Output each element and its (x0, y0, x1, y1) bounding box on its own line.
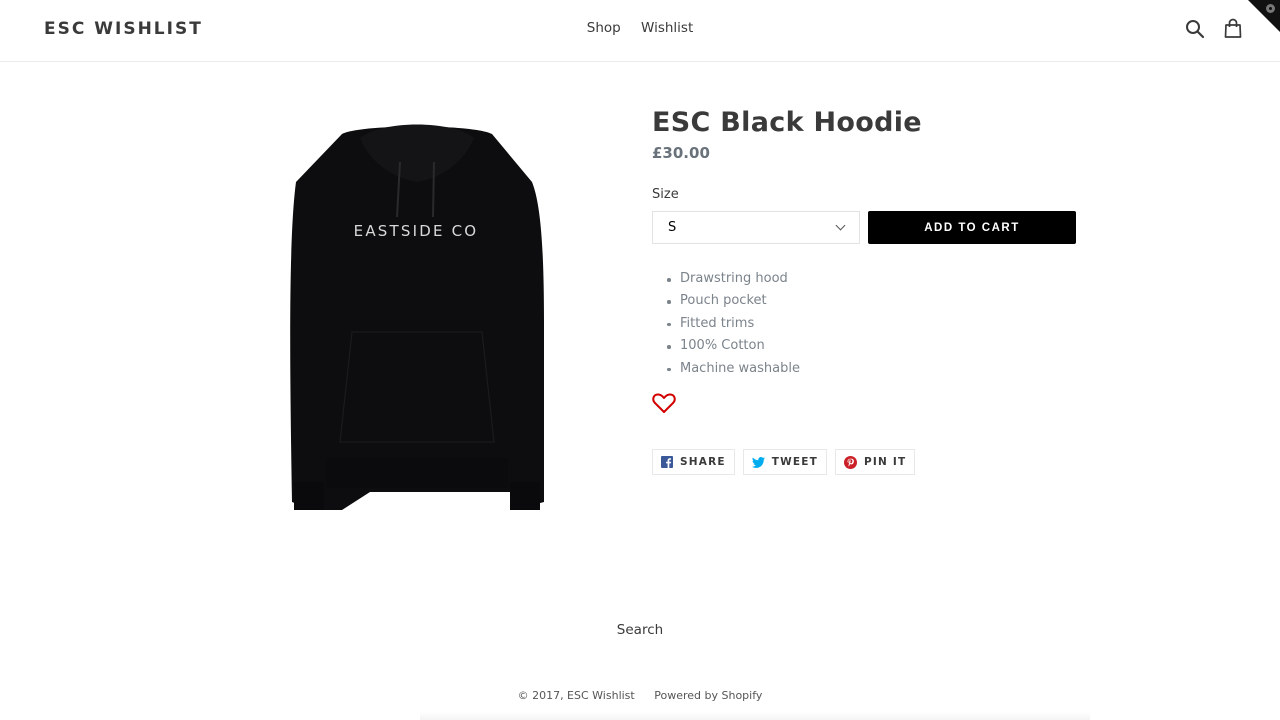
pin-it-label: PIN IT (864, 456, 907, 469)
heart-outline-icon (652, 393, 676, 414)
footer-menu: Search (0, 622, 1280, 638)
size-select[interactable]: S (652, 211, 860, 244)
social-share: SHARE TWEET PIN IT (652, 449, 1082, 476)
share-label: SHARE (680, 456, 726, 469)
feature-item: Fitted trims (667, 313, 1082, 335)
facebook-icon (661, 456, 673, 469)
size-label: Size (652, 187, 679, 202)
cart-button[interactable] (1222, 18, 1244, 40)
share-facebook-button[interactable]: SHARE (652, 449, 735, 476)
product-image[interactable]: EASTSIDE CO (282, 122, 552, 514)
product-features: Drawstring hood Pouch pocket Fitted trim… (652, 268, 1082, 380)
feature-item: Drawstring hood (667, 268, 1082, 290)
shopping-bag-icon (1224, 18, 1242, 38)
hoodie-print-text: EASTSIDE CO (354, 222, 479, 240)
twitter-icon (751, 456, 765, 468)
tweet-label: TWEET (771, 456, 818, 469)
pin-it-button[interactable]: PIN IT (835, 449, 916, 476)
feature-item: 100% Cotton (667, 335, 1082, 357)
bottom-shadow (420, 712, 1090, 720)
product-info: ESC Black Hoodie £30.00 Size S ADD TO CA… (652, 104, 1082, 476)
feature-item: Machine washable (667, 358, 1082, 380)
feature-item: Pouch pocket (667, 290, 1082, 312)
pinterest-icon (844, 455, 857, 469)
add-to-cart-button[interactable]: ADD TO CART (868, 211, 1076, 244)
search-button[interactable] (1184, 18, 1206, 40)
copyright-text: © 2017, ESC Wishlist (517, 689, 635, 702)
nav-shop[interactable]: Shop (587, 20, 621, 36)
main-nav: Shop Wishlist (0, 20, 1280, 36)
chevron-down-icon (835, 220, 846, 231)
footer-copyright: © 2017, ESC Wishlist Powered by Shopify (0, 689, 1280, 702)
product-title: ESC Black Hoodie (652, 107, 922, 138)
powered-by-link[interactable]: Powered by Shopify (654, 689, 762, 702)
preview-corner-badge[interactable] (1248, 0, 1280, 32)
site-header: ESC WISHLIST Shop Wishlist (0, 0, 1280, 62)
nav-wishlist[interactable]: Wishlist (641, 20, 693, 36)
product-price: £30.00 (652, 144, 710, 162)
search-icon (1186, 20, 1205, 39)
footer-search-link[interactable]: Search (617, 622, 663, 638)
wishlist-button[interactable] (652, 392, 676, 414)
size-selected-value: S (668, 220, 677, 235)
purchase-form: S ADD TO CART (652, 211, 1082, 244)
tweet-button[interactable]: TWEET (742, 449, 827, 476)
plus-icon[interactable] (1266, 4, 1275, 13)
